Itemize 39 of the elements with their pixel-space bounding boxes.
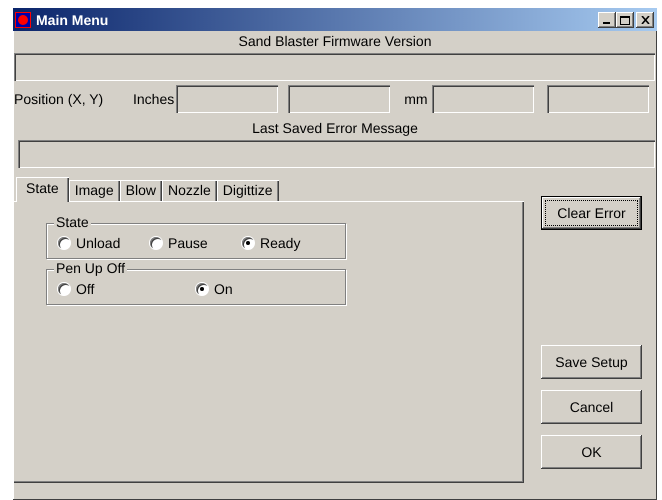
- radio-label[interactable]: Pause: [168, 235, 208, 251]
- group-title: Pen Up Off: [54, 260, 128, 276]
- dialog-button[interactable]: Clear Error: [541, 196, 642, 230]
- dialog-button[interactable]: OK: [541, 435, 642, 469]
- group-title: State: [54, 214, 91, 230]
- field-label: Inches: [133, 91, 174, 107]
- radio-label[interactable]: Off: [76, 281, 94, 297]
- input-field[interactable]: [546, 85, 649, 113]
- window-title: Main Menu: [36, 12, 110, 28]
- section-label: Sand Blaster Firmware Version: [238, 32, 432, 51]
- tab[interactable]: Image: [68, 180, 120, 201]
- app-icon: [15, 12, 31, 28]
- radio-button[interactable]: [58, 283, 70, 295]
- radio-button[interactable]: [242, 237, 254, 249]
- radio-button[interactable]: [58, 237, 70, 249]
- maximize-icon[interactable]: [620, 14, 630, 24]
- tab[interactable]: Blow: [120, 180, 162, 201]
- minimize-button[interactable]: [598, 12, 616, 28]
- tab[interactable]: Digittize: [216, 180, 279, 201]
- radio-button[interactable]: [150, 237, 162, 249]
- radio-label[interactable]: On: [214, 281, 233, 297]
- field-label: mm: [404, 91, 428, 107]
- dialog-button[interactable]: Cancel: [541, 390, 642, 424]
- error-message-field[interactable]: [18, 140, 655, 168]
- input-field[interactable]: [288, 85, 390, 113]
- tab[interactable]: Nozzle: [162, 180, 217, 201]
- dialog-button[interactable]: Save Setup: [541, 345, 642, 379]
- section-label: Last Saved Error Message: [251, 119, 419, 138]
- firmware-field[interactable]: [14, 53, 655, 81]
- close-button[interactable]: [636, 12, 654, 28]
- maximize-button[interactable]: [616, 12, 634, 28]
- field-label: Position (X, Y): [14, 91, 104, 107]
- tab[interactable]: State: [16, 177, 69, 202]
- radio-label[interactable]: Unload: [76, 235, 120, 251]
- radio-button[interactable]: [196, 283, 208, 295]
- input-field[interactable]: [432, 85, 534, 113]
- close-icon[interactable]: [640, 16, 650, 24]
- radio-label[interactable]: Ready: [260, 235, 300, 251]
- input-field[interactable]: [176, 85, 278, 113]
